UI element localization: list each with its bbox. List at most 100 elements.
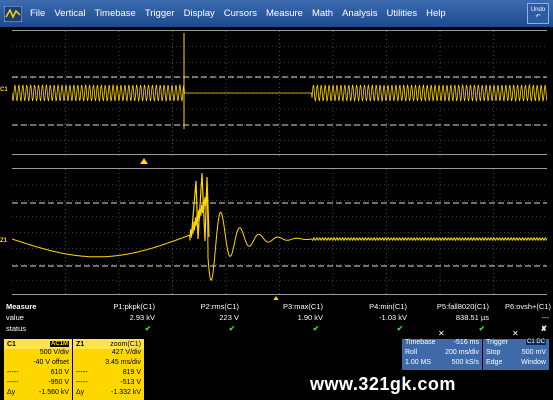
param-name-p3[interactable]: P3:max(C1) [283,302,323,311]
status-check-icon: ✔ [144,324,151,333]
param-name-p1[interactable]: P1:pkpk(C1) [113,302,155,311]
zoom-channel-marker: Z1 [0,238,8,244]
c1-vdiv: 500 V/div [39,349,69,356]
menu-timebase[interactable]: Timebase [94,8,135,19]
menu-file[interactable]: File [30,8,45,19]
trigger-source-badge: C1 DC [525,339,546,345]
param-name-p5[interactable]: P5:fall8020(C1) [437,302,489,311]
status-check-icon: ✔ [478,324,485,333]
menu-measure[interactable]: Measure [266,8,303,19]
trigger-type-row: Edge Window [483,359,549,369]
trigger-type: Edge [486,359,503,366]
trigger-close-icon[interactable]: ✕ [512,329,519,338]
menu-utilities[interactable]: Utilities [386,8,417,19]
z1-cursor2-row: ----- -513 V [73,379,144,389]
c1-cursor2-label: ----- [7,379,19,386]
z1-sdiv: 3.45 ms/div [105,359,141,366]
measure-value-row: value 2.93 kV 223 V 1.90 kV -1.03 kV 838… [0,313,553,324]
top-waveform-grid[interactable] [12,30,547,156]
timebase-descriptor-box[interactable]: Timebase -516 ms Roll 200 ms/div 1.00 MS… [402,339,482,370]
undo-button[interactable]: Undo ↶ [527,3,549,24]
menu-math[interactable]: Math [312,8,333,19]
z1-header: Z1 zoom(C1) [73,339,144,349]
undo-arrow-icon: ↶ [535,13,541,20]
trigger-slope: Window [521,359,546,366]
top-grid-canvas [12,31,547,156]
z1-delta-row: Δy -1.332 kV [73,389,144,399]
param-value-p4: -1.03 kV [379,313,407,322]
menu-trigger[interactable]: Trigger [145,8,175,19]
menu-vertical[interactable]: Vertical [54,8,85,19]
param-value-p5: 838.51 µs [455,313,489,322]
c1-offset-row: -40 V offset [4,359,72,369]
timebase-delay: -516 ms [453,339,479,346]
timebase-tdiv: 200 ms/div [445,349,479,356]
trigger-header-row: Trigger C1 DC [483,339,549,349]
undo-label: Undo [530,6,546,13]
menu-bar: File Vertical Timebase Trigger Display C… [0,0,553,27]
timebase-rate-row: 1.00 MS 500 kS/s [402,359,482,369]
zoom-waveform-grid[interactable] [12,168,547,296]
param-name-p4[interactable]: P4:min(C1) [369,302,407,311]
c1-descriptor-box[interactable]: C1 AC1M 500 V/div -40 V offset ----- 610… [4,339,72,400]
trigger-position-icon[interactable] [140,158,148,164]
watermark-text: www.321gk.com [310,374,456,394]
z1-delta-label: Δy [76,389,85,396]
z1-vdiv: 427 V/div [111,349,141,356]
menu-display[interactable]: Display [184,8,215,19]
c1-cursor2-row: ----- -950 V [4,379,72,389]
c1-name: C1 [7,340,16,348]
top-channel-marker: C1 [0,87,8,93]
z1-cursor2-value: -513 V [120,379,141,386]
trigger-label: Trigger [486,339,508,346]
trigger-level: 500 mV [521,349,546,356]
measure-table: Measure P1:pkpk(C1) P2:rms(C1) P3:max(C1… [0,300,553,338]
timebase-header-row: Timebase -516 ms [402,339,482,349]
status-check-icon: ✔ [396,324,403,333]
zoom-spike-trace [191,172,210,242]
c1-header: C1 AC1M [4,339,72,349]
z1-name: Z1 [76,340,85,348]
value-row-label: value [6,313,24,322]
timebase-mode-row: Roll 200 ms/div [402,349,482,359]
z1-cursor1-label: ----- [76,369,88,376]
param-value-p3: 1.90 kV [297,313,323,322]
status-check-icon: ✔ [312,324,319,333]
z1-delta-value: -1.332 kV [111,389,141,396]
param-value-p1: 2.93 kV [129,313,155,322]
measure-header-row: Measure P1:pkpk(C1) P2:rms(C1) P3:max(C1… [0,302,553,313]
z1-cursor2-label: ----- [76,379,88,386]
timebase-label: Timebase [405,339,436,346]
param-name-p2[interactable]: P2:rms(C1) [201,302,239,311]
trigger-mode-row: Stop 500 mV [483,349,549,359]
timebase-close-icon[interactable]: ✕ [438,329,445,338]
c1-vdiv-row: 500 V/div [4,349,72,359]
c1-coupling-badge: AC1M [49,341,69,347]
z1-descriptor-box[interactable]: Z1 zoom(C1) 427 V/div 3.45 ms/div ----- … [72,339,144,400]
lecroy-logo-icon [3,4,23,23]
measure-status-row: status ✔ ✔ ✔ ✔ ✔ ✘ [0,324,553,335]
timebase-rate: 500 kS/s [451,359,479,366]
c1-cursor1-label: ----- [7,369,19,376]
menu-analysis[interactable]: Analysis [342,8,377,19]
trigger-descriptor-box[interactable]: Trigger C1 DC Stop 500 mV Edge Window [483,339,549,370]
c1-offset: -40 V offset [33,359,69,366]
z1-vdiv-row: 427 V/div [73,349,144,359]
status-cross-icon: ✘ [540,324,547,333]
param-value-p2: 223 V [219,313,239,322]
c1-cursor2-value: -950 V [48,379,69,386]
menu-help[interactable]: Help [426,8,446,19]
z1-sdiv-row: 3.45 ms/div [73,359,144,369]
z1-cursor1-value: 819 V [122,369,141,376]
param-name-p6[interactable]: P6:ovsh+(C1) [505,302,551,311]
timebase-points: 1.00 MS [405,359,432,366]
param-value-p6: --- [541,313,550,322]
trigger-mode: Stop [486,349,501,356]
timebase-mode: Roll [405,349,418,356]
menu-cursors[interactable]: Cursors [224,8,257,19]
c1-cursor1-value: 610 V [50,369,69,376]
measure-label: Measure [6,302,37,311]
c1-cursor1-row: ----- 610 V [4,369,72,379]
z1-title: zoom(C1) [110,340,141,348]
z1-cursor1-row: ----- 819 V [73,369,144,379]
